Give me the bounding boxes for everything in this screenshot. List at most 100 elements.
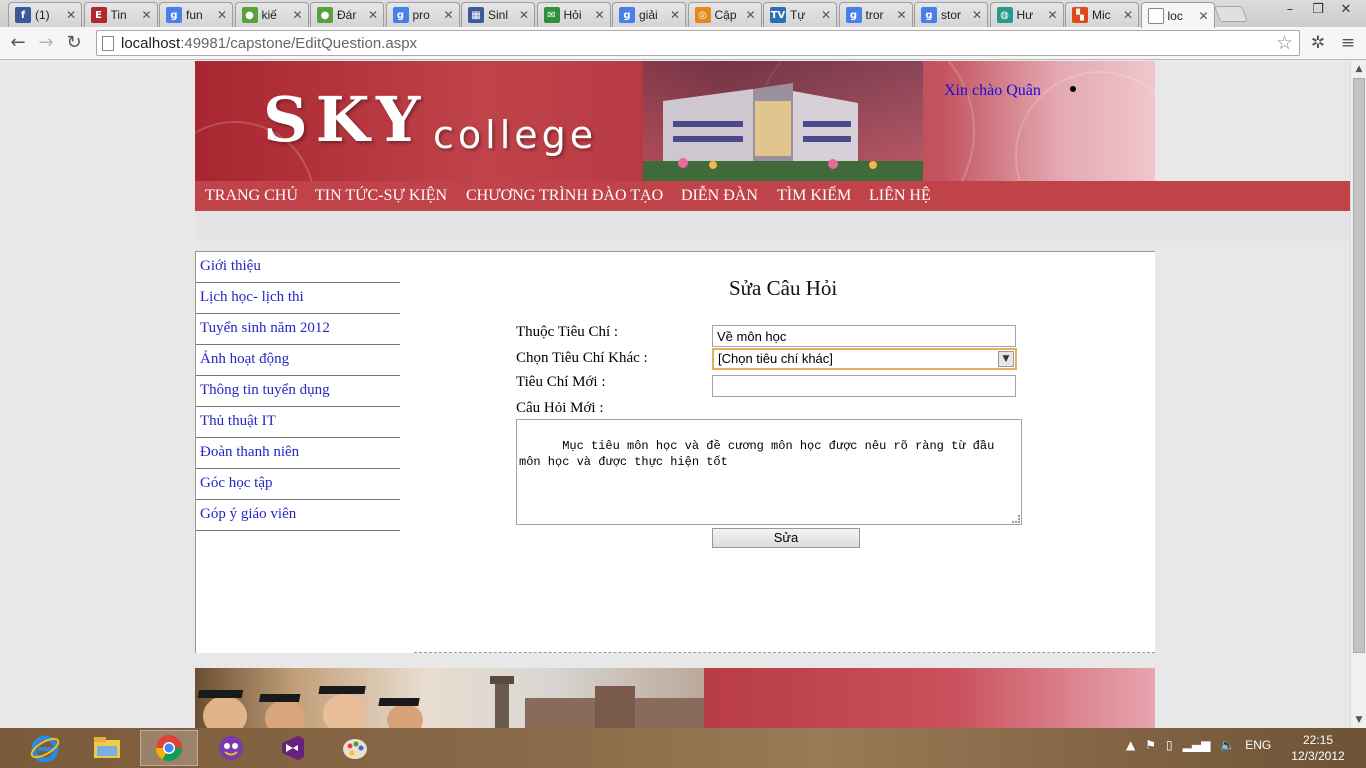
browser-tab[interactable]: f (1) ✕	[8, 2, 82, 27]
browser-tab[interactable]: ◍ Hư ✕	[989, 2, 1064, 27]
browser-tab[interactable]: g stor ✕	[914, 2, 988, 27]
sidebar-item-youth-union[interactable]: Đoàn thanh niên	[196, 438, 400, 469]
other-criteria-selected-value: [Chọn tiêu chí khác]	[718, 351, 833, 366]
close-window-button[interactable]: ✕	[1332, 0, 1360, 20]
table-icon: ▦	[468, 7, 484, 23]
reload-icon[interactable]: ↻	[62, 31, 86, 55]
scrollbar-thumb[interactable]	[1353, 78, 1365, 653]
sidebar-item-jobs[interactable]: Thông tin tuyển dụng	[196, 376, 400, 407]
new-criteria-field[interactable]	[712, 375, 1016, 397]
close-icon[interactable]: ✕	[216, 8, 228, 22]
battery-icon[interactable]: ▯	[1166, 738, 1173, 752]
close-icon[interactable]: ✕	[745, 8, 757, 22]
browser-tab[interactable]: g fun ✕	[159, 2, 233, 27]
sidebar-item-schedule[interactable]: Lịch học- lịch thi	[196, 283, 400, 314]
url-path: :49981/capstone/EditQuestion.aspx	[180, 35, 418, 52]
criteria-field[interactable]: Về môn học	[712, 325, 1016, 347]
extension-icon[interactable]: ✲	[1306, 31, 1330, 55]
close-icon[interactable]: ✕	[292, 8, 304, 22]
close-icon[interactable]: ✕	[443, 8, 455, 22]
chrome-icon[interactable]	[140, 730, 198, 766]
language-indicator[interactable]: ENG	[1245, 738, 1271, 752]
close-icon[interactable]: ✕	[669, 8, 681, 22]
close-icon[interactable]: ✕	[141, 8, 153, 22]
browser-tab[interactable]: ◎ Cập ✕	[687, 2, 762, 27]
browser-tab[interactable]: ● kiế ✕	[234, 2, 309, 27]
browser-tab[interactable]: ✉ Hỏi ✕	[536, 2, 611, 27]
sidebar: Giới thiệu Lịch học- lịch thi Tuyển sinh…	[196, 252, 400, 531]
page-viewport: SKY college Xin chào Quân TRANG CHỦ TIN …	[0, 61, 1350, 728]
scroll-down-arrow-icon[interactable]: ▼	[1351, 712, 1366, 728]
messenger-icon[interactable]	[202, 730, 260, 766]
nav-item-news[interactable]: TIN TỨC-SỰ KIỆN	[315, 187, 447, 205]
system-tray: ▲ ⚑ ▯ ▂▄▆ 🔈 ENG	[1126, 738, 1271, 752]
new-tab-button[interactable]	[1214, 6, 1248, 22]
tab-title: fun	[186, 8, 203, 22]
sidebar-item-study-corner[interactable]: Góc học tập	[196, 469, 400, 500]
sidebar-item-admissions[interactable]: Tuyển sinh năm 2012	[196, 314, 400, 345]
clock-date: 12/3/2012	[1291, 749, 1345, 763]
close-icon[interactable]: ✕	[1122, 8, 1134, 22]
facebook-icon: f	[15, 7, 31, 23]
main-content: Giới thiệu Lịch học- lịch thi Tuyển sinh…	[195, 251, 1155, 653]
internet-explorer-icon[interactable]	[16, 730, 74, 766]
graduates-photo-icon	[197, 676, 704, 728]
visual-studio-icon[interactable]	[264, 730, 322, 766]
vertical-scrollbar[interactable]: ▲ ▼	[1350, 61, 1366, 728]
close-icon[interactable]: ✕	[594, 8, 606, 22]
browser-tab[interactable]: E Tin ✕	[83, 2, 158, 27]
sidebar-item-intro[interactable]: Giới thiệu	[196, 252, 400, 283]
nav-item-home[interactable]: TRANG CHỦ	[205, 187, 298, 205]
minimize-button[interactable]: –	[1276, 0, 1304, 20]
volume-icon[interactable]: 🔈	[1220, 738, 1235, 752]
browser-tab[interactable]: g giải ✕	[612, 2, 686, 27]
browser-tab[interactable]: ● Đár ✕	[310, 2, 384, 27]
close-icon[interactable]: ✕	[1047, 8, 1059, 22]
browser-tab[interactable]: ▦ Sinl ✕	[461, 2, 535, 27]
bookmark-star-icon[interactable]: ☆	[1276, 32, 1293, 54]
main-nav: TRANG CHỦ TIN TỨC-SỰ KIỆN CHƯƠNG TRÌNH Đ…	[195, 181, 1350, 211]
sidebar-item-it-tips[interactable]: Thủ thuật IT	[196, 407, 400, 438]
browser-tab[interactable]: loc ✕	[1140, 2, 1215, 28]
forward-arrow-icon[interactable]: →	[34, 31, 58, 55]
close-icon[interactable]: ✕	[820, 8, 832, 22]
taskbar-clock[interactable]: 22:15 12/3/2012	[1290, 732, 1346, 764]
question-textarea[interactable]: Mục tiêu môn học và đề cương môn học đượ…	[516, 419, 1022, 525]
paint-icon[interactable]	[326, 730, 384, 766]
network-signal-icon[interactable]: ▂▄▆	[1183, 738, 1211, 752]
menu-icon[interactable]: ≡	[1336, 31, 1360, 55]
close-icon[interactable]: ✕	[65, 8, 77, 22]
other-criteria-select[interactable]: [Chọn tiêu chí khác] ▼	[712, 348, 1017, 370]
nav-item-search[interactable]: TÌM KIẾM	[777, 187, 851, 205]
scroll-up-arrow-icon[interactable]: ▲	[1351, 61, 1366, 77]
nav-item-contact[interactable]: LIÊN HỆ	[869, 187, 931, 205]
close-icon[interactable]: ✕	[971, 8, 983, 22]
submit-button[interactable]: Sửa	[712, 528, 860, 548]
sidebar-item-photos[interactable]: Ảnh hoạt động	[196, 345, 400, 376]
google-search-icon: g	[921, 7, 937, 23]
resize-grip-icon[interactable]	[1012, 515, 1020, 523]
sidebar-item-teacher-feedback[interactable]: Góp ý giáo viên	[196, 500, 400, 531]
windows-taskbar: ▲ ⚑ ▯ ▂▄▆ 🔈 ENG 22:15 12/3/2012	[0, 728, 1366, 768]
file-explorer-icon[interactable]	[78, 730, 136, 766]
url-text: localhost:49981/capstone/EditQuestion.as…	[121, 35, 417, 52]
close-icon[interactable]: ✕	[1198, 9, 1210, 23]
new-criteria-label: Tiêu Chí Mới :	[516, 374, 606, 390]
address-bar[interactable]: localhost:49981/capstone/EditQuestion.as…	[96, 30, 1300, 56]
browser-tab[interactable]: g pro ✕	[385, 2, 460, 27]
back-arrow-icon[interactable]: ←	[6, 31, 30, 55]
close-icon[interactable]: ✕	[518, 8, 530, 22]
browser-tab[interactable]: g tror ✕	[838, 2, 913, 27]
close-icon[interactable]: ✕	[367, 8, 379, 22]
close-icon[interactable]: ✕	[896, 8, 908, 22]
restore-button[interactable]: ❐	[1304, 0, 1332, 20]
action-center-flag-icon[interactable]: ⚑	[1145, 738, 1156, 752]
browser-tab[interactable]: TV Tự ✕	[763, 2, 837, 27]
tab-title: tror	[865, 8, 884, 22]
nav-item-forum[interactable]: DIỄN ĐÀN	[681, 187, 758, 205]
show-hidden-icons-icon[interactable]: ▲	[1126, 738, 1135, 752]
browser-tab[interactable]: ▚ Mic ✕	[1065, 2, 1139, 27]
chevron-down-icon[interactable]: ▼	[998, 351, 1014, 367]
nav-item-programs[interactable]: CHƯƠNG TRÌNH ĐÀO TẠO	[466, 187, 663, 205]
greeting-link[interactable]: Xin chào Quân	[944, 82, 1041, 100]
